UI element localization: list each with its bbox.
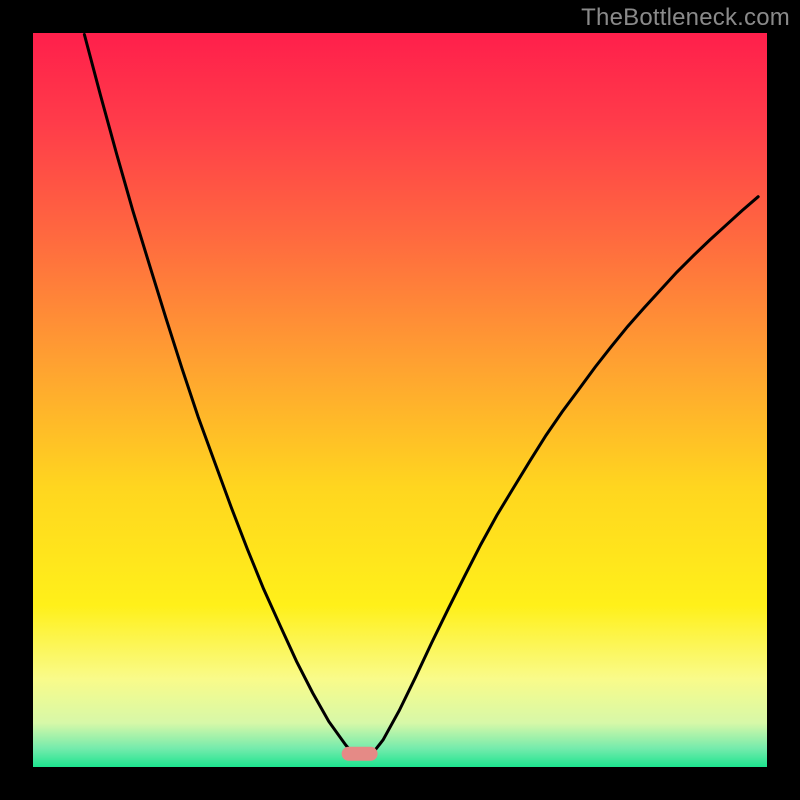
bottleneck-chart: TheBottleneck.com [0,0,800,800]
plot-background [33,33,767,767]
watermark-text: TheBottleneck.com [581,4,790,32]
chart-svg [0,0,800,800]
optimal-point-marker [342,747,378,761]
